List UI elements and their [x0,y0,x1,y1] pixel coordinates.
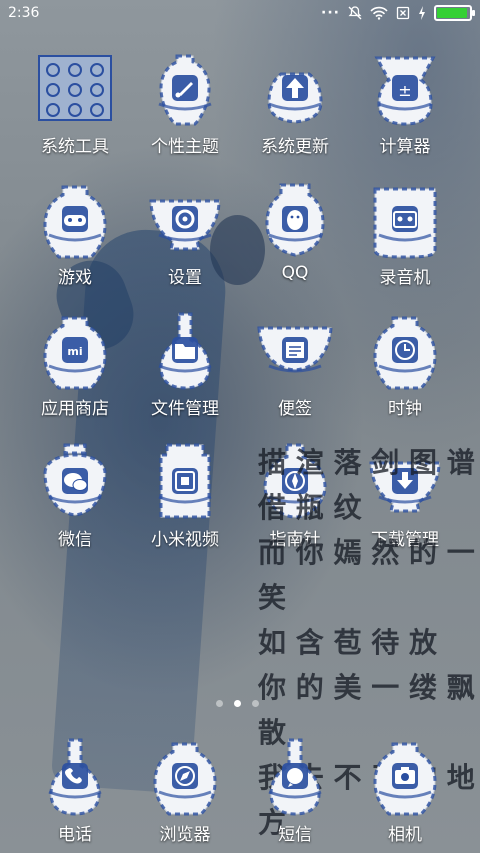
calculator-icon: ± [365,48,445,128]
svg-text:±: ± [398,81,411,100]
page-dot[interactable] [252,700,259,707]
calligraphy-line: 借 瓶 纹 [258,491,362,524]
note-icon [255,310,335,390]
app-shortcut-compass-browser[interactable]: 浏览器 [130,728,240,853]
chat-bubble-icon [35,441,115,521]
app-label: 系统工具 [41,137,109,157]
mute-bell-icon [348,6,362,20]
battery-icon [434,5,475,21]
app-label: 电话 [58,825,92,845]
app-shortcut-phone[interactable]: 电话 [20,728,130,853]
app-shortcut-gear[interactable]: 设置 [130,171,240,302]
app-shortcut-penguin[interactable]: QQ [240,171,350,302]
svg-text:mi: mi [67,345,82,358]
app-shortcut-mi-store[interactable]: mi 应用商店 [20,302,130,433]
app-label: 文件管理 [151,399,219,419]
app-label: 相机 [388,825,422,845]
app-label: 个性主题 [151,137,219,157]
app-shortcut-chat-bubble[interactable]: 微信 [20,433,130,564]
calligraphy-line: 而 你 嫣 然 的 一 笑 [258,536,475,614]
battery-fill [437,8,467,18]
app-shortcut-clock[interactable]: 时钟 [350,302,460,433]
app-shortcut-folder[interactable]: 文件管理 [130,302,240,433]
app-shortcut-gamepad[interactable]: 游戏 [20,171,130,302]
page-indicator[interactable] [216,700,259,707]
app-label: QQ [281,263,309,283]
page-dot[interactable] [216,700,223,707]
app-label: 便签 [278,399,312,419]
grid-folder-icon [35,48,115,128]
app-label: 系统更新 [261,137,329,157]
app-row: mi 应用商店 文件管理 便签 时钟 [20,302,460,433]
up-arrow-icon [255,48,335,128]
phone-icon [35,736,115,816]
app-shortcut-film[interactable]: 小米视频 [130,433,240,564]
charging-icon [419,6,425,20]
app-label: 设置 [168,268,202,288]
app-shortcut-calculator[interactable]: ± 计算器 [350,40,460,171]
app-row: 游戏 设置 QQ 录音机 [20,171,460,302]
compass-browser-icon [145,736,225,816]
app-label: 游戏 [58,268,92,288]
app-shortcut-up-arrow[interactable]: 系统更新 [240,40,350,171]
wifi-icon [370,6,388,20]
cassette-icon [365,179,445,259]
camera-icon [365,736,445,816]
clock-icon [365,310,445,390]
app-label: 录音机 [379,268,431,288]
app-label: 计算器 [379,137,431,157]
no-sim-icon [396,6,410,20]
mi-store-icon: mi [35,310,115,390]
app-shortcut-grid-folder[interactable]: 系统工具 [20,40,130,171]
status-bar: 2:36 ··· [0,0,480,28]
app-label: 小米视频 [151,530,219,550]
message-icon [255,736,335,816]
film-icon [145,441,225,521]
gear-icon [145,179,225,259]
folder-icon [145,310,225,390]
app-shortcut-message[interactable]: 短信 [240,728,350,853]
brush-icon [145,48,225,128]
app-shortcut-camera[interactable]: 相机 [350,728,460,853]
app-label: 短信 [278,825,312,845]
more-notifications-icon: ··· [321,5,340,21]
app-shortcut-brush[interactable]: 个性主题 [130,40,240,171]
app-shortcut-cassette[interactable]: 录音机 [350,171,460,302]
calligraphy-line: 如 含 苞 待 放 [258,626,437,659]
gamepad-icon [35,179,115,259]
app-label: 应用商店 [41,399,109,419]
page-dot[interactable] [234,700,241,707]
penguin-icon [255,179,335,259]
app-label: 时钟 [388,399,422,419]
status-time: 2:36 [8,5,40,21]
app-label: 浏览器 [159,825,211,845]
status-icons: ··· [321,5,475,21]
dock: 电话 浏览器 短信 相机 [20,728,460,853]
home-screen: 2:36 ··· 系统工具 个性主题 系统更新 ± 计算器游戏 设置 QQ 录音机 mi 应用商店… [0,0,480,853]
app-row: 系统工具 个性主题 系统更新 ± 计算器 [20,40,460,171]
app-label: 微信 [58,530,92,550]
calligraphy-line: 描 渲 落 剑 图 谱 [258,446,475,479]
app-shortcut-note[interactable]: 便签 [240,302,350,433]
